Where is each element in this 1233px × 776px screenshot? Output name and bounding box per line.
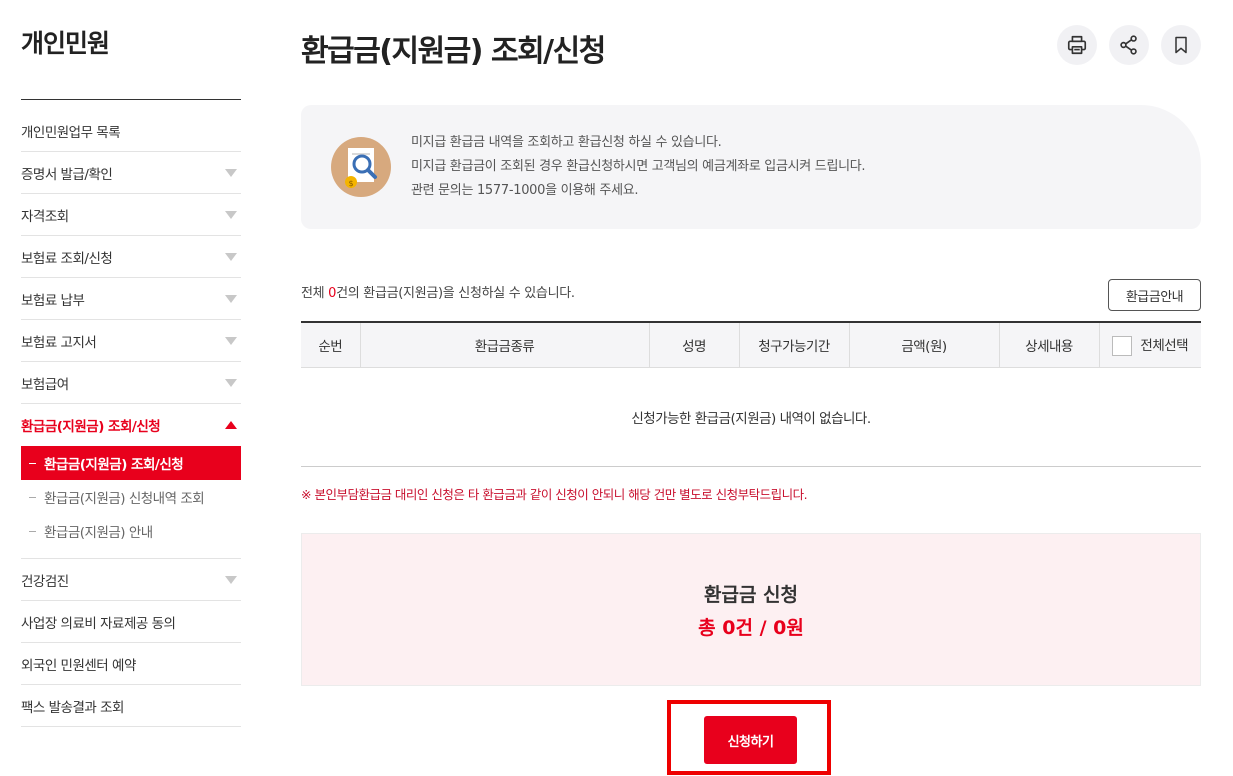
sidebar-item-label: 증명서 발급/확인 (21, 166, 113, 183)
sidebar-submenu-wrapper: 환급금(지원금) 조회/신청 환급금(지원금) 신청내역 조회 환급금(지원금)… (21, 446, 241, 559)
chevron-down-icon (225, 168, 237, 177)
dash-icon (29, 530, 36, 532)
sidebar-item-label: 사업장 의료비 자료제공 동의 (21, 615, 176, 632)
chevron-down-icon (225, 294, 237, 303)
chevron-down-icon (225, 252, 237, 261)
sidebar-item-refund[interactable]: 환급금(지원금) 조회/신청 (21, 404, 241, 446)
sidebar-title: 개인민원 (21, 29, 110, 58)
col-header-refund-type: 환급금종류 (359, 322, 649, 368)
print-icon (1067, 35, 1087, 55)
chevron-down-icon (225, 336, 237, 345)
refund-table: 순번 환급금종류 성명 청구가능기간 금액(원) 상세내용 전체선택 신청가능한… (301, 321, 1201, 467)
print-button[interactable] (1057, 25, 1097, 65)
share-button[interactable] (1109, 25, 1149, 65)
document-search-icon: $ (331, 137, 391, 197)
summary-total: 총 0건 / 0원 (698, 617, 804, 639)
count-suffix: 건의 환급금(지원금)을 신청하실 수 있습니다. (336, 286, 575, 301)
sidebar-item-premium-notice[interactable]: 보험료 고지서 (21, 320, 241, 362)
sidebar-item-foreigner-reservation[interactable]: 외국인 민원센터 예약 (21, 643, 241, 685)
sidebar-item-eligibility[interactable]: 자격조회 (21, 194, 241, 236)
col-header-claim-period: 청구가능기간 (738, 322, 849, 368)
submenu-item-refund-history[interactable]: 환급금(지원금) 신청내역 조회 (21, 480, 241, 514)
submenu-item-refund-inquiry[interactable]: 환급금(지원금) 조회/신청 (21, 446, 241, 480)
info-line: 관련 문의는 1577-1000을 이용해 주세요. (411, 183, 639, 198)
sidebar-item-medical-data-consent[interactable]: 사업장 의료비 자료제공 동의 (21, 601, 241, 643)
info-text: 미지급 환급금 내역을 조회하고 환급신청 하실 수 있습니다. 미지급 환급금… (411, 131, 866, 203)
col-header-amount: 금액(원) (848, 322, 999, 368)
submenu-item-label: 환급금(지원금) 조회/신청 (44, 457, 184, 473)
page-title: 환급금(지원금) 조회/신청 (301, 34, 606, 69)
sidebar-item-label: 건강검진 (21, 573, 69, 590)
sidebar-item-label: 팩스 발송결과 조회 (21, 699, 124, 716)
proxy-notice: ※ 본인부담환급금 대리인 신청은 타 환급금과 같이 신청이 안되니 해당 건… (301, 487, 808, 502)
sidebar-item-premium-inquiry[interactable]: 보험료 조회/신청 (21, 236, 241, 278)
col-header-details: 상세내용 (998, 322, 1099, 368)
sidebar-item-label: 개인민원업무 목록 (21, 124, 121, 141)
info-line: 미지급 환급금이 조회된 경우 환급신청하시면 고객님의 예금계좌로 입금시켜 … (411, 159, 866, 174)
sidebar-divider (21, 99, 241, 100)
sidebar-item-label: 보험료 고지서 (21, 334, 97, 351)
submenu-item-label: 환급금(지원금) 안내 (44, 525, 153, 541)
info-line: 미지급 환급금 내역을 조회하고 환급신청 하실 수 있습니다. (411, 135, 722, 150)
summary-title: 환급금 신청 (703, 584, 798, 606)
sidebar-item-label: 자격조회 (21, 208, 69, 225)
select-all-checkbox[interactable] (1112, 335, 1133, 356)
sidebar-item-premium-payment[interactable]: 보험료 납부 (21, 278, 241, 320)
sidebar-item-label: 보험급여 (21, 376, 69, 393)
share-icon (1120, 35, 1137, 55)
bookmark-button[interactable] (1161, 25, 1201, 65)
refund-count-text: 전체 0건의 환급금(지원금)을 신청하실 수 있습니다. (301, 282, 575, 301)
table-header-row: 순번 환급금종류 성명 청구가능기간 금액(원) 상세내용 전체선택 (301, 322, 1201, 368)
select-all-label: 전체선택 (1140, 337, 1189, 354)
sidebar-menu: 개인민원업무 목록 증명서 발급/확인 자격조회 보험료 조회/신청 보험료 납… (21, 110, 241, 727)
dash-icon (29, 496, 36, 498)
refund-guide-button[interactable]: 환급금안내 (1108, 279, 1201, 311)
bookmark-icon (1175, 36, 1187, 54)
chevron-down-icon (225, 210, 237, 219)
sidebar-item-label: 외국인 민원센터 예약 (21, 657, 136, 674)
sidebar-submenu: 환급금(지원금) 조회/신청 환급금(지원금) 신청내역 조회 환급금(지원금)… (21, 446, 241, 559)
apply-button[interactable]: 신청하기 (704, 716, 797, 764)
sidebar-item-label: 환급금(지원금) 조회/신청 (21, 419, 161, 435)
submenu-item-label: 환급금(지원금) 신청내역 조회 (44, 491, 205, 507)
chevron-down-icon (225, 575, 237, 584)
dash-icon (29, 462, 36, 464)
sidebar-item-health-checkup[interactable]: 건강검진 (21, 559, 241, 601)
col-header-number: 순번 (301, 322, 360, 368)
table-empty-message: 신청가능한 환급금(지원금) 내역이 없습니다. (301, 367, 1201, 467)
count-prefix: 전체 (301, 286, 329, 301)
chevron-down-icon (225, 378, 237, 387)
count-number: 0 (328, 286, 337, 301)
col-header-name: 성명 (648, 322, 739, 368)
sidebar-item-label: 보험료 조회/신청 (21, 250, 113, 267)
sidebar-item-fax-result[interactable]: 팩스 발송결과 조회 (21, 685, 241, 727)
refund-summary: 환급금 신청 총 0건 / 0원 (301, 533, 1201, 686)
svg-text:$: $ (348, 179, 353, 188)
info-box: $ 미지급 환급금 내역을 조회하고 환급신청 하실 수 있습니다. 미지급 환… (301, 105, 1201, 229)
sidebar-item-label: 보험료 납부 (21, 292, 85, 309)
submenu-item-refund-guide[interactable]: 환급금(지원금) 안내 (21, 514, 241, 548)
sidebar-item-benefits[interactable]: 보험급여 (21, 362, 241, 404)
sidebar-item-certificate[interactable]: 증명서 발급/확인 (21, 152, 241, 194)
col-header-select-all: 전체선택 (1098, 322, 1201, 368)
sidebar-item-civil-list[interactable]: 개인민원업무 목록 (21, 110, 241, 152)
chevron-up-icon (225, 421, 237, 429)
table-empty-row: 신청가능한 환급금(지원금) 내역이 없습니다. (301, 367, 1201, 467)
